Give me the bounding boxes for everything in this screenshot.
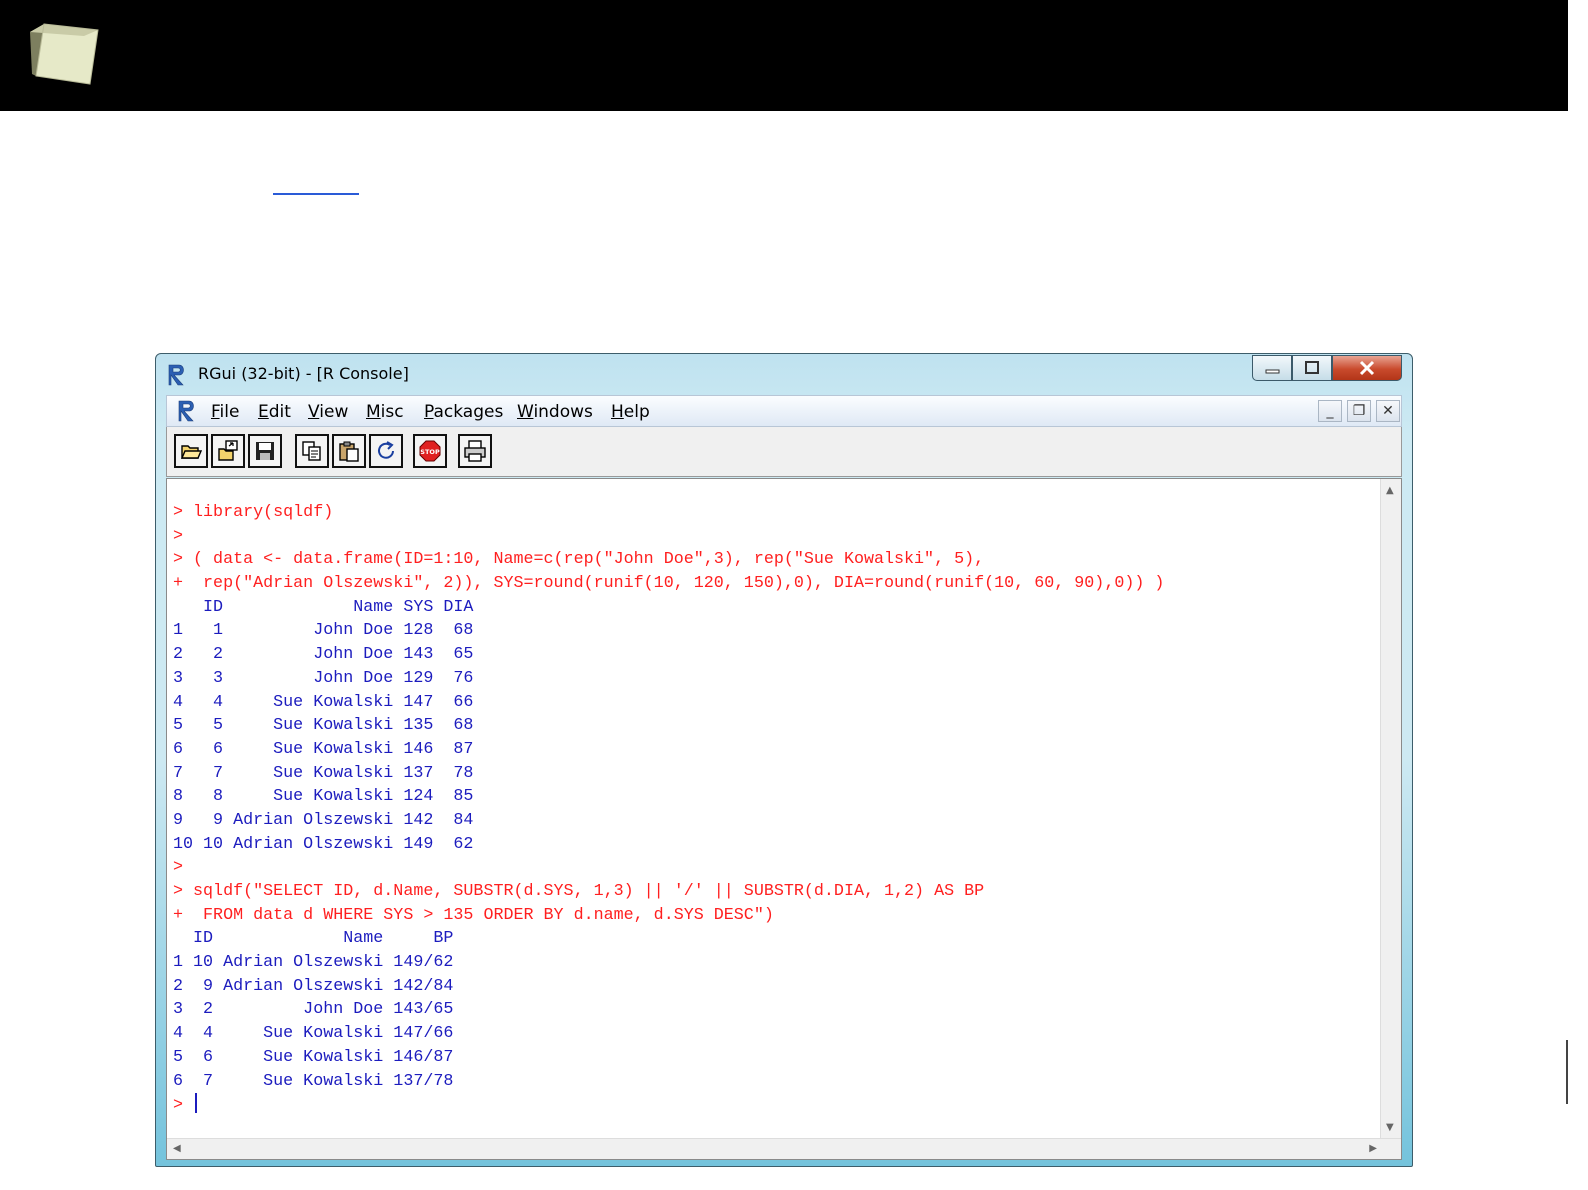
paste-button[interactable] — [332, 434, 366, 468]
console-input-line: > — [173, 858, 184, 878]
console-output-line: ID Name BP — [173, 929, 454, 949]
print-button[interactable] — [458, 434, 492, 468]
scroll-left-icon[interactable]: ◀ — [173, 1143, 181, 1154]
console-output-line: 4 4 Sue Kowalski 147/66 — [173, 1024, 454, 1044]
print-icon — [464, 440, 486, 462]
cube-icon — [30, 23, 99, 85]
console-input-line: > library(sqldf) — [173, 503, 334, 522]
console-output-line: 3 2 John Doe 143/65 — [173, 1000, 454, 1020]
menu-file[interactable]: File — [211, 402, 239, 422]
horizontal-scrollbar[interactable]: ◀ ▶ — [167, 1138, 1401, 1159]
stop-label: STOP — [420, 448, 440, 456]
close-icon — [1359, 360, 1375, 376]
copy-paste-button[interactable] — [369, 434, 403, 468]
console-output-line: 6 7 Sue Kowalski 137/78 — [173, 1071, 454, 1091]
console-output-line: 1 1 John Doe 128 68 — [173, 621, 474, 641]
console-output-line: 5 5 Sue Kowalski 135 68 — [173, 716, 474, 736]
minimize-icon: _ — [1326, 403, 1334, 419]
copy-button[interactable] — [295, 434, 329, 468]
menu-edit[interactable]: Edit — [258, 402, 291, 422]
console-output-line: 1 10 Adrian Olszewski 149/62 — [173, 953, 454, 973]
console-input-line: + rep("Adrian Olszewski", 2)), SYS=round… — [173, 574, 1165, 594]
scroll-right-icon[interactable]: ▶ — [1369, 1143, 1377, 1154]
paste-icon — [339, 441, 359, 462]
console-input-line: > — [173, 526, 184, 546]
minimize-icon — [1265, 369, 1280, 374]
slide-header-band — [0, 0, 1568, 111]
menu-view[interactable]: View — [308, 402, 348, 422]
console-input-line: + FROM data d WHERE SYS > 135 ORDER BY d… — [173, 905, 774, 925]
menu-packages[interactable]: Packages — [424, 402, 503, 422]
close-icon: ✕ — [1382, 403, 1394, 419]
menu-bar: File Edit View Misc Packages Windows Hel… — [166, 395, 1402, 427]
open-script-button[interactable] — [174, 434, 208, 468]
console-output-line: 8 8 Sue Kowalski 124 85 — [173, 787, 474, 807]
console-output-line: 10 10 Adrian Olszewski 149 62 — [173, 834, 474, 854]
copy-paste-icon — [378, 441, 394, 459]
console-input-line: > ( data <- data.frame(ID=1:10, Name=c(r… — [173, 550, 985, 570]
stop-icon: STOP — [419, 440, 441, 462]
console-output-line: 2 2 John Doe 143 65 — [173, 645, 474, 665]
load-workspace-icon — [218, 440, 238, 461]
menu-windows[interactable]: Windows — [517, 402, 593, 422]
close-button[interactable] — [1332, 355, 1402, 381]
copy-icon — [302, 441, 321, 461]
restore-icon: ❐ — [1352, 403, 1366, 419]
console-output-line: 2 9 Adrian Olszewski 142/84 — [173, 976, 454, 996]
save-icon — [256, 442, 274, 460]
edge-mark — [1566, 1040, 1568, 1104]
mdi-close-button[interactable]: ✕ — [1376, 400, 1400, 422]
menu-help[interactable]: Help — [611, 402, 650, 422]
r-console[interactable]: > library(sqldf) > > ( data <- data.frame(… — [166, 478, 1402, 1160]
page-right-margin — [1568, 0, 1588, 1190]
load-workspace-button[interactable] — [211, 434, 245, 468]
window-title: RGui (32-bit) - [R Console] — [198, 364, 409, 383]
rgui-window: RGui (32-bit) - [R Console] File Edit Vi… — [155, 353, 1413, 1167]
vertical-scrollbar[interactable]: ▲ ▼ — [1380, 479, 1401, 1139]
stop-button[interactable]: STOP — [413, 434, 447, 468]
minimize-button[interactable] — [1252, 355, 1292, 381]
maximize-button[interactable] — [1292, 355, 1332, 381]
console-prompt: > — [173, 1096, 184, 1116]
maximize-icon — [1305, 361, 1319, 374]
open-script-icon — [180, 445, 202, 459]
mdi-minimize-button[interactable]: _ — [1318, 400, 1342, 422]
scroll-down-icon[interactable]: ▼ — [1386, 1122, 1394, 1133]
console-output-line: 9 9 Adrian Olszewski 142 84 — [173, 810, 474, 830]
console-prompt-line[interactable]: > — [173, 1093, 1164, 1117]
hyperlink-underline[interactable] — [273, 193, 359, 195]
menu-misc[interactable]: Misc — [366, 402, 404, 422]
scroll-up-icon[interactable]: ▲ — [1386, 485, 1394, 496]
console-output-line: 7 7 Sue Kowalski 137 78 — [173, 763, 474, 783]
mdi-restore-button[interactable]: ❐ — [1347, 400, 1371, 422]
console-output-line: 5 6 Sue Kowalski 146/87 — [173, 1047, 454, 1067]
console-output-line: ID Name SYS DIA — [173, 597, 474, 617]
console-output: > library(sqldf) > > ( data <- data.frame(… — [173, 501, 1164, 1117]
r-logo-icon — [178, 400, 194, 422]
toolbar: STOP — [166, 427, 1402, 477]
r-logo-icon — [168, 364, 184, 386]
console-output-line: 3 3 John Doe 129 76 — [173, 668, 474, 688]
console-output-line: 4 4 Sue Kowalski 147 66 — [173, 692, 474, 712]
console-input-line: > sqldf("SELECT ID, d.Name, SUBSTR(d.SYS… — [173, 882, 985, 901]
console-output-line: 6 6 Sue Kowalski 146 87 — [173, 739, 474, 759]
save-button[interactable] — [248, 434, 282, 468]
text-cursor — [195, 1093, 198, 1114]
